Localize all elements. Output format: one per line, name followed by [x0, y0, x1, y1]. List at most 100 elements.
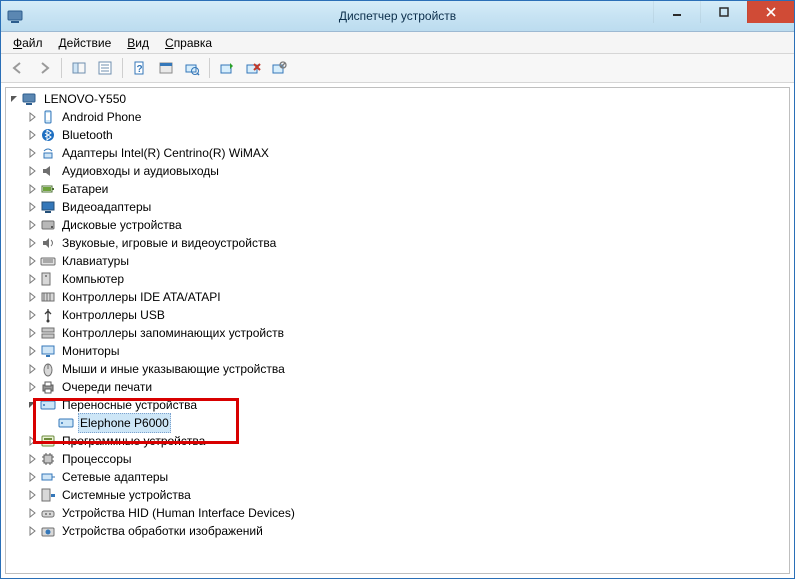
tree-category-label: Очереди печати — [60, 378, 154, 396]
properties-button[interactable] — [92, 55, 118, 81]
expander-open-icon[interactable] — [26, 399, 38, 411]
tree-category-label: Системные устройства — [60, 486, 193, 504]
expander-closed-icon[interactable] — [26, 327, 38, 339]
tree-category-label: Видеоадаптеры — [60, 198, 153, 216]
action-button[interactable] — [153, 55, 179, 81]
expander-closed-icon[interactable] — [26, 435, 38, 447]
category-icon — [40, 109, 56, 125]
tree-category[interactable]: Сетевые адаптеры — [6, 468, 789, 486]
tree-category[interactable]: Клавиатуры — [6, 252, 789, 270]
category-icon — [40, 271, 56, 287]
tree-category[interactable]: Устройства обработки изображений — [6, 522, 789, 540]
tree-category[interactable]: Системные устройства — [6, 486, 789, 504]
show-hide-console-tree-button[interactable] — [66, 55, 92, 81]
tree-category[interactable]: Контроллеры USB — [6, 306, 789, 324]
tree-category-label: Сетевые адаптеры — [60, 468, 170, 486]
device-tree: LENOVO-Y550Android PhoneBluetoothАдаптер… — [6, 90, 789, 540]
expander-closed-icon[interactable] — [26, 291, 38, 303]
expander-closed-icon[interactable] — [26, 525, 38, 537]
window-buttons — [653, 1, 794, 23]
expander-closed-icon[interactable] — [26, 381, 38, 393]
help-button[interactable]: ? — [127, 55, 153, 81]
tree-category-label: Мониторы — [60, 342, 121, 360]
menu-action[interactable]: Действие — [51, 34, 120, 52]
expander-closed-icon[interactable] — [26, 219, 38, 231]
expander-closed-icon[interactable] — [26, 273, 38, 285]
minimize-button[interactable] — [653, 1, 700, 23]
expander-closed-icon[interactable] — [26, 201, 38, 213]
disable-button[interactable] — [266, 55, 292, 81]
tree-category-label: Контроллеры запоминающих устройств — [60, 324, 286, 342]
category-icon — [40, 325, 56, 341]
tree-device[interactable]: Elephone P6000 — [6, 414, 789, 432]
tree-category[interactable]: Контроллеры IDE ATA/ATAPI — [6, 288, 789, 306]
expander-closed-icon[interactable] — [26, 147, 38, 159]
tree-category[interactable]: Компьютер — [6, 270, 789, 288]
tree-root[interactable]: LENOVO-Y550 — [6, 90, 789, 108]
expander-closed-icon[interactable] — [26, 237, 38, 249]
tree-category[interactable]: Очереди печати — [6, 378, 789, 396]
category-icon — [40, 451, 56, 467]
titlebar[interactable]: Диспетчер устройств — [1, 1, 794, 32]
tree-category[interactable]: Звуковые, игровые и видеоустройства — [6, 234, 789, 252]
tree-category[interactable]: Контроллеры запоминающих устройств — [6, 324, 789, 342]
toolbar-separator — [209, 58, 210, 78]
tree-category[interactable]: Мониторы — [6, 342, 789, 360]
maximize-button[interactable] — [700, 1, 747, 23]
tree-category-label: Контроллеры USB — [60, 306, 167, 324]
scan-hardware-button[interactable] — [179, 55, 205, 81]
tree-category[interactable]: Устройства HID (Human Interface Devices) — [6, 504, 789, 522]
tree-category-label: Контроллеры IDE ATA/ATAPI — [60, 288, 223, 306]
category-icon — [40, 253, 56, 269]
tree-category[interactable]: Дисковые устройства — [6, 216, 789, 234]
menu-help[interactable]: Справка — [157, 34, 220, 52]
expander-closed-icon[interactable] — [26, 507, 38, 519]
device-tree-container[interactable]: LENOVO-Y550Android PhoneBluetoothАдаптер… — [5, 87, 790, 574]
expander-closed-icon[interactable] — [26, 129, 38, 141]
tree-category-label: Мыши и иные указывающие устройства — [60, 360, 287, 378]
svg-text:?: ? — [136, 64, 142, 75]
category-icon — [40, 181, 56, 197]
tree-category[interactable]: Батареи — [6, 180, 789, 198]
computer-icon — [22, 91, 38, 107]
tree-category-label: Устройства HID (Human Interface Devices) — [60, 504, 297, 522]
tree-category[interactable]: Программные устройства — [6, 432, 789, 450]
tree-category[interactable]: Процессоры — [6, 450, 789, 468]
expander-closed-icon[interactable] — [26, 453, 38, 465]
tree-category-label: Программные устройства — [60, 432, 207, 450]
tree-category[interactable]: Видеоадаптеры — [6, 198, 789, 216]
back-button[interactable] — [5, 55, 31, 81]
expander-closed-icon[interactable] — [26, 489, 38, 501]
tree-category-label: Дисковые устройства — [60, 216, 184, 234]
expander-closed-icon[interactable] — [26, 183, 38, 195]
expander-closed-icon[interactable] — [26, 111, 38, 123]
expander-closed-icon[interactable] — [26, 255, 38, 267]
tree-category[interactable]: Аудиовходы и аудиовыходы — [6, 162, 789, 180]
expander-closed-icon[interactable] — [26, 345, 38, 357]
expander-closed-icon[interactable] — [26, 363, 38, 375]
update-driver-button[interactable] — [214, 55, 240, 81]
expander-closed-icon[interactable] — [26, 309, 38, 321]
category-icon — [40, 433, 56, 449]
category-icon — [40, 361, 56, 377]
tree-category-label: Bluetooth — [60, 126, 115, 144]
tree-category[interactable]: Мыши и иные указывающие устройства — [6, 360, 789, 378]
close-button[interactable] — [747, 1, 794, 23]
uninstall-button[interactable] — [240, 55, 266, 81]
tree-category-label: Адаптеры Intel(R) Centrino(R) WiMAX — [60, 144, 271, 162]
forward-button[interactable] — [31, 55, 57, 81]
tree-category[interactable]: Android Phone — [6, 108, 789, 126]
tree-category[interactable]: Переносные устройства — [6, 396, 789, 414]
category-icon — [40, 199, 56, 215]
expander-open-icon[interactable] — [8, 93, 20, 105]
expander-closed-icon[interactable] — [26, 471, 38, 483]
expander-closed-icon[interactable] — [26, 165, 38, 177]
category-icon — [40, 343, 56, 359]
menu-view[interactable]: Вид — [119, 34, 157, 52]
tree-category[interactable]: Адаптеры Intel(R) Centrino(R) WiMAX — [6, 144, 789, 162]
tree-category-label: Компьютер — [60, 270, 126, 288]
category-icon — [40, 379, 56, 395]
tree-category-label: Звуковые, игровые и видеоустройства — [60, 234, 278, 252]
tree-category[interactable]: Bluetooth — [6, 126, 789, 144]
menu-file[interactable]: Файл — [5, 34, 51, 52]
